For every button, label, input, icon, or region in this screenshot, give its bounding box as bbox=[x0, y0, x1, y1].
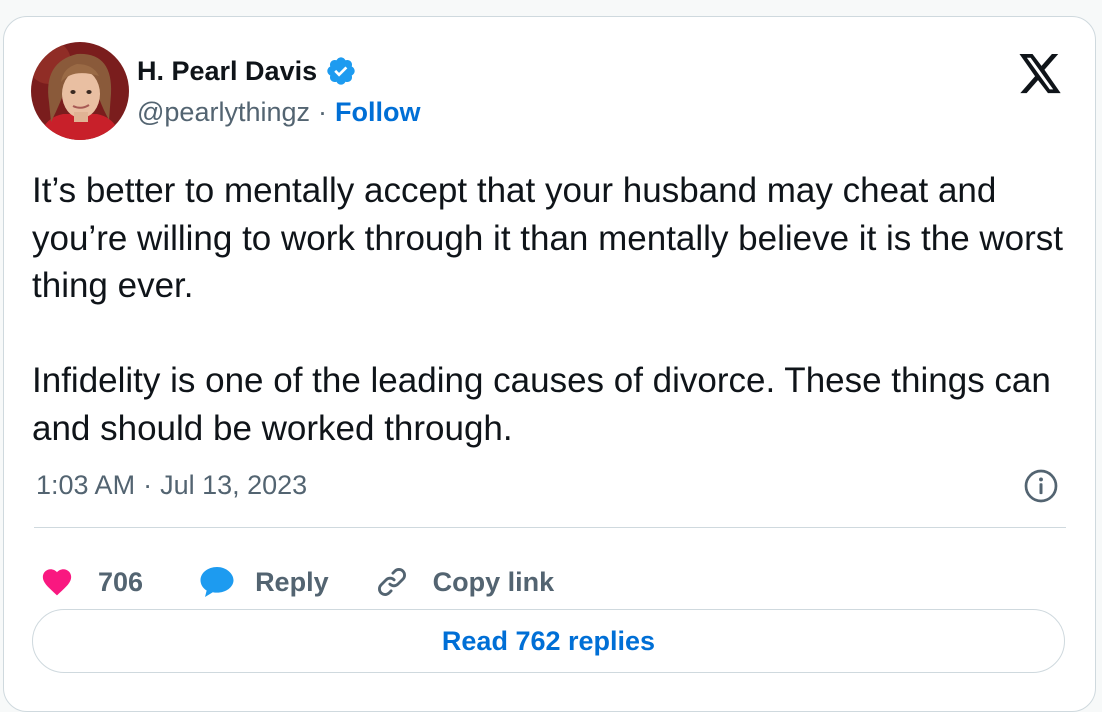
tweet-timestamp-row: 1:03 AM · Jul 13, 2023 bbox=[36, 468, 1066, 504]
read-replies-button[interactable]: Read 762 replies bbox=[32, 609, 1065, 673]
author-name[interactable]: H. Pearl Davis bbox=[137, 56, 317, 87]
action-bar: 706 Reply Copy link bbox=[40, 565, 554, 599]
like-button[interactable]: 706 bbox=[40, 565, 143, 599]
copy-link-label: Copy link bbox=[432, 566, 555, 597]
like-count: 706 bbox=[98, 566, 144, 597]
tweet-paragraph: It’s better to mentally accept that your… bbox=[32, 171, 1064, 305]
tweet-text: It’s better to mentally accept that your… bbox=[32, 167, 1077, 452]
verified-badge-icon bbox=[325, 55, 357, 87]
tweet-date[interactable]: Jul 13, 2023 bbox=[160, 470, 307, 501]
separator-dot: · bbox=[318, 97, 327, 127]
speech-bubble-icon bbox=[200, 567, 234, 597]
separator-dot: · bbox=[143, 470, 153, 500]
author-name-row: H. Pearl Davis bbox=[137, 55, 357, 87]
divider bbox=[34, 527, 1066, 528]
follow-button[interactable]: Follow bbox=[335, 97, 420, 128]
reply-label: Reply bbox=[255, 566, 329, 597]
author-handle-row: @pearlythingz · Follow bbox=[137, 97, 420, 128]
author-handle[interactable]: @pearlythingz bbox=[137, 97, 310, 128]
reply-button[interactable]: Reply bbox=[199, 565, 329, 599]
heart-icon bbox=[42, 569, 72, 596]
tweet-card: H. Pearl Davis @pearlythingz · Follow It… bbox=[3, 16, 1096, 712]
x-logo-icon[interactable] bbox=[1017, 54, 1063, 96]
tweet-paragraph: Infidelity is one of the leading causes … bbox=[32, 361, 1051, 448]
tweet-time[interactable]: 1:03 AM bbox=[36, 470, 135, 501]
avatar[interactable] bbox=[31, 42, 129, 140]
info-icon[interactable] bbox=[1023, 468, 1059, 504]
copy-link-button[interactable]: Copy link bbox=[375, 565, 555, 599]
link-icon bbox=[377, 568, 406, 596]
